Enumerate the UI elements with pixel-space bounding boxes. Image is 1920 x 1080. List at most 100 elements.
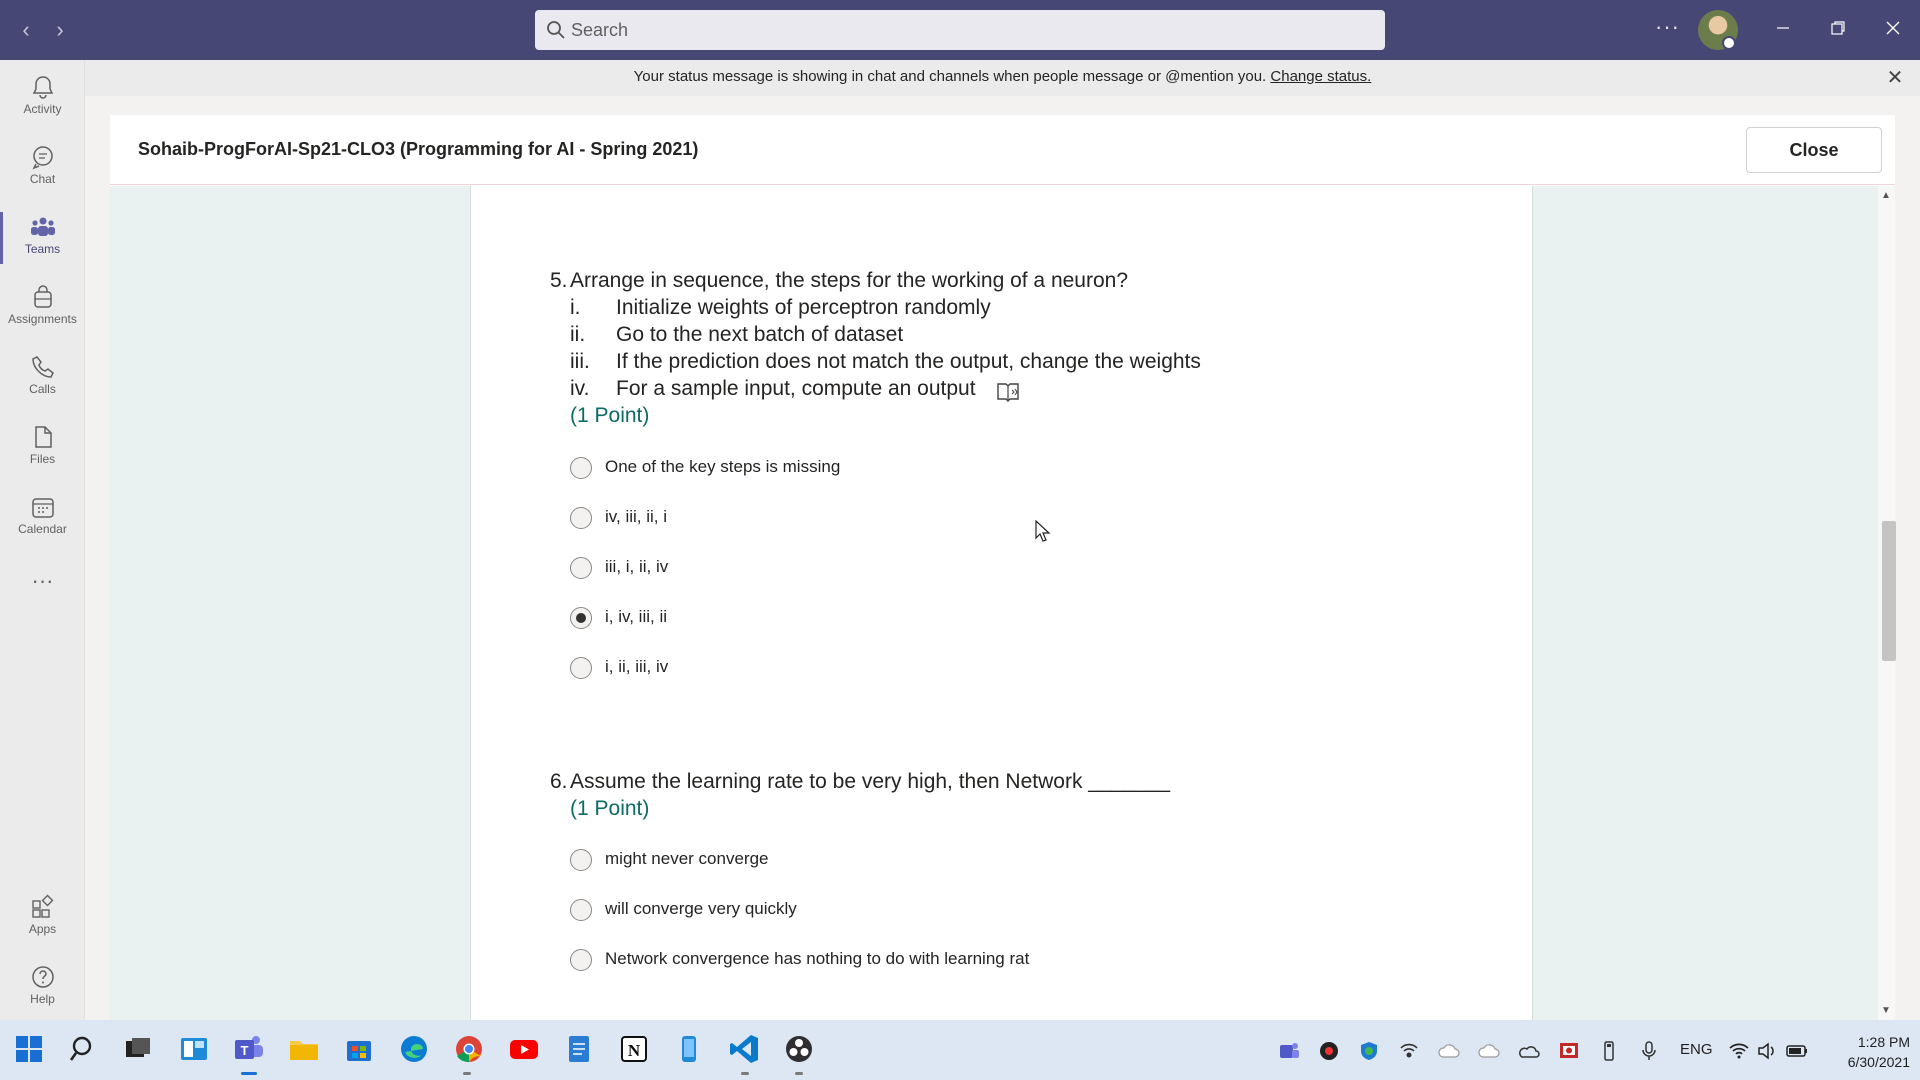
back-arrow-icon[interactable]: ‹ [12, 16, 40, 44]
choice-option[interactable]: i, ii, iii, iv [570, 654, 1070, 684]
choice-option[interactable]: iii, i, ii, iv [570, 554, 1070, 584]
bell-icon [32, 76, 53, 99]
choice-option[interactable]: i, iv, iii, ii [570, 604, 1070, 634]
radio-button[interactable] [570, 557, 592, 579]
form-area: 5. Arrange in sequence, the steps for th… [110, 186, 1878, 1020]
radio-button[interactable] [570, 457, 592, 479]
minimize-icon[interactable] [1763, 12, 1803, 48]
notepad-icon[interactable] [562, 1032, 596, 1066]
close-button[interactable]: Close [1746, 127, 1882, 173]
obs-tray-icon[interactable] [1318, 1040, 1340, 1062]
rail-item-activity[interactable]: Activity [0, 66, 85, 130]
form-dialog: Sohaib-ProgForAI-Sp21-CLO3 (Programming … [110, 115, 1896, 1020]
step-number: iv. [570, 377, 590, 400]
forward-arrow-icon[interactable]: › [46, 16, 74, 44]
cloud-sync-icon[interactable] [1478, 1040, 1500, 1062]
volume-icon[interactable] [1756, 1040, 1778, 1062]
rail-item-chat[interactable]: Chat [0, 136, 85, 200]
step-text: Go to the next batch of dataset [616, 323, 904, 346]
scrollbar[interactable]: ▲ ▼ [1878, 186, 1896, 1020]
banner-message: Your status message is showing in chat a… [633, 68, 1267, 85]
window-close-icon[interactable] [1873, 12, 1913, 48]
rail-label: Calendar [18, 522, 67, 536]
help-icon [31, 966, 54, 988]
notion-icon[interactable]: N [617, 1032, 651, 1066]
immersive-reader-icon[interactable] [996, 381, 1020, 403]
edge-browser-icon[interactable] [397, 1032, 431, 1066]
rail-item-files[interactable]: Files [0, 416, 85, 480]
teams-icon [30, 217, 55, 236]
chrome-browser-icon[interactable] [452, 1032, 486, 1066]
change-status-link[interactable]: Change status. [1270, 68, 1371, 85]
search-input[interactable] [571, 10, 1371, 50]
vscode-icon[interactable] [727, 1032, 761, 1066]
question-text: Assume the learning rate to be very high… [570, 770, 1171, 793]
usb-device-icon[interactable] [1598, 1040, 1620, 1062]
app-running-indicator [795, 1072, 803, 1075]
radio-button[interactable] [570, 849, 592, 871]
radio-button[interactable] [570, 657, 592, 679]
phone-icon [31, 356, 54, 378]
radio-button[interactable] [570, 949, 592, 971]
radio-button-selected[interactable] [570, 607, 592, 629]
cloud-upload-icon[interactable] [1438, 1040, 1460, 1062]
taskbar-clock[interactable]: 1:28 PM 6/30/2021 [1820, 1032, 1910, 1072]
restore-icon[interactable] [1818, 12, 1858, 48]
rail-item-apps[interactable]: Apps [0, 886, 85, 950]
file-explorer-icon[interactable] [287, 1032, 321, 1066]
rail-item-help[interactable]: Help [0, 956, 85, 1020]
rail-item-assignments[interactable]: Assignments [0, 276, 85, 340]
choice-label: might never converge [605, 849, 769, 868]
battery-icon[interactable] [1786, 1040, 1808, 1062]
teams-tray-icon[interactable] [1278, 1040, 1300, 1062]
rail-label: Files [29, 452, 56, 466]
choice-option[interactable]: iv, iii, ii, i [570, 504, 1070, 534]
choice-option[interactable]: might never converge [570, 846, 1170, 876]
choice-label: iii, i, ii, iv [605, 557, 669, 576]
search-box[interactable] [535, 10, 1385, 50]
choice-option[interactable]: Network convergence has nothing to do wi… [570, 946, 1170, 976]
network-adapter-tray-icon[interactable] [1398, 1040, 1420, 1062]
rail-item-calls[interactable]: Calls [0, 346, 85, 410]
obs-studio-icon[interactable] [782, 1032, 816, 1066]
microsoft-store-icon[interactable] [342, 1032, 376, 1066]
microphone-icon[interactable] [1638, 1040, 1660, 1062]
radio-button[interactable] [570, 899, 592, 921]
clock-time: 1:28 PM [1857, 1034, 1910, 1050]
more-options-icon[interactable]: ··· [1655, 14, 1680, 40]
rail-label: Apps [28, 922, 57, 936]
rail-label: Calls [29, 382, 56, 396]
rail-item-calendar[interactable]: Calendar [0, 486, 85, 550]
apps-icon [31, 894, 53, 918]
radio-button[interactable] [570, 507, 592, 529]
phone-link-icon[interactable] [672, 1032, 706, 1066]
teams-taskbar-icon[interactable]: T [232, 1032, 266, 1066]
windows-start-icon[interactable] [12, 1032, 46, 1066]
step-text: For a sample input, compute an output [616, 377, 976, 400]
app-running-indicator [741, 1072, 749, 1075]
step-text: If the prediction does not match the out… [616, 350, 1201, 373]
language-indicator[interactable]: ENG [1680, 1041, 1713, 1058]
onedrive-icon[interactable] [1518, 1040, 1540, 1062]
wifi-icon[interactable] [1728, 1040, 1750, 1062]
rail-label: Help [30, 992, 55, 1006]
task-view-icon[interactable] [121, 1032, 155, 1066]
scrollbar-thumb[interactable] [1882, 521, 1896, 661]
question-points: (1 Point) [570, 797, 650, 820]
screen-recorder-tray-icon[interactable] [1558, 1040, 1580, 1062]
rail-label: Assignments [8, 312, 77, 326]
step-number: i. [570, 296, 581, 319]
youtube-icon[interactable] [507, 1032, 541, 1066]
choice-label: Network convergence has nothing to do wi… [605, 949, 1030, 968]
rail-more-apps-icon[interactable]: ··· [0, 568, 85, 598]
rail-item-teams[interactable]: Teams [0, 206, 85, 270]
banner-close-icon[interactable]: ✕ [1884, 67, 1906, 89]
widgets-icon[interactable] [177, 1032, 211, 1066]
security-tray-icon[interactable] [1358, 1040, 1380, 1062]
scroll-up-icon[interactable]: ▲ [1881, 190, 1891, 201]
choice-option[interactable]: will converge very quickly [570, 896, 1170, 926]
choice-option[interactable]: One of the key steps is missing [570, 454, 1070, 484]
search-taskbar-icon[interactable] [67, 1032, 101, 1066]
question-points: (1 Point) [570, 404, 650, 427]
scroll-down-icon[interactable]: ▼ [1881, 1005, 1891, 1016]
